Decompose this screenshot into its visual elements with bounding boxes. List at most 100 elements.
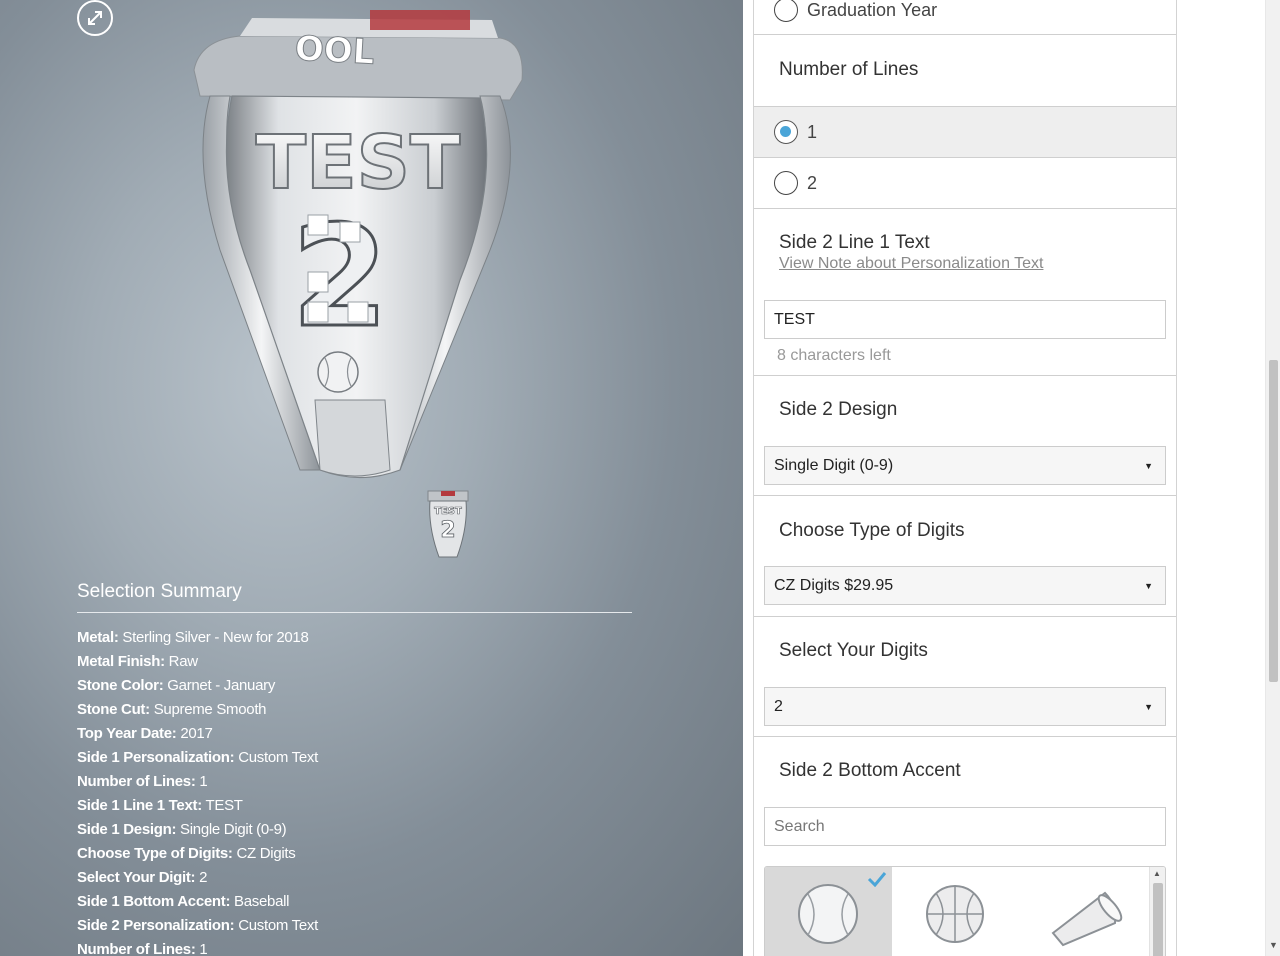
summary-item: Side 1 Design: Single Digit (0-9) bbox=[77, 818, 632, 842]
ring-top-text: OOL bbox=[294, 29, 375, 73]
accent-tile-basketball[interactable] bbox=[892, 867, 1019, 956]
summary-key: Number of Lines: bbox=[77, 773, 196, 790]
accent-grid: ▲ bbox=[764, 866, 1166, 956]
summary-value: Supreme Smooth bbox=[153, 701, 267, 718]
accent-grid-scrollbar[interactable]: ▲ bbox=[1149, 867, 1165, 956]
accent-tile-megaphone[interactable] bbox=[1019, 867, 1146, 956]
summary-item: Choose Type of Digits: CZ Digits bbox=[77, 842, 632, 866]
digit-type-select[interactable]: CZ Digits $29.95 ▼ bbox=[764, 566, 1166, 605]
summary-key: Side 1 Design: bbox=[77, 821, 177, 838]
accent-tile-baseball[interactable] bbox=[765, 867, 892, 956]
summary-item: Side 1 Bottom Accent: Baseball bbox=[77, 890, 632, 914]
radio-graduation-year[interactable] bbox=[774, 0, 798, 22]
option-lines-1[interactable]: 1 bbox=[754, 107, 1176, 158]
option-graduation-year[interactable]: Graduation Year bbox=[754, 0, 1176, 35]
summary-value: Custom Text bbox=[238, 749, 318, 766]
select-digits-title: Select Your Digits bbox=[779, 640, 928, 661]
scroll-down-icon[interactable]: ▼ bbox=[1269, 940, 1278, 950]
summary-key: Side 1 Bottom Accent: bbox=[77, 893, 231, 910]
summary-key: Stone Cut: bbox=[77, 701, 150, 718]
summary-key: Top Year Date: bbox=[77, 725, 177, 742]
config-panel-wrapper: Graduation Year Number of Lines 1 2 Side… bbox=[743, 0, 1265, 956]
line1-text-section: Side 2 Line 1 Text View Note about Perso… bbox=[754, 209, 1176, 376]
summary-value: 1 bbox=[199, 941, 208, 956]
summary-value: Sterling Silver - New for 2018 bbox=[122, 629, 309, 646]
summary-key: Choose Type of Digits: bbox=[77, 845, 233, 862]
basketball-icon bbox=[926, 885, 984, 943]
summary-key: Side 2 Personalization: bbox=[77, 917, 235, 934]
summary-value: 2 bbox=[199, 869, 208, 886]
number-of-lines-title: Number of Lines bbox=[779, 59, 919, 80]
scroll-up-icon[interactable]: ▲ bbox=[1153, 869, 1161, 878]
chevron-down-icon: ▼ bbox=[1144, 701, 1153, 712]
option-lines-2[interactable]: 2 bbox=[754, 158, 1176, 209]
summary-item: Number of Lines: 1 bbox=[77, 770, 632, 794]
summary-item: Side 2 Personalization: Custom Text bbox=[77, 914, 632, 938]
option-label: Graduation Year bbox=[807, 0, 938, 20]
radio-lines-2[interactable] bbox=[774, 171, 798, 195]
summary-item: Top Year Date: 2017 bbox=[77, 722, 632, 746]
summary-item: Select Your Digit: 2 bbox=[77, 866, 632, 890]
summary-item: Side 1 Line 1 Text: TEST bbox=[77, 794, 632, 818]
summary-value: Custom Text bbox=[238, 917, 318, 934]
side2-design-select[interactable]: Single Digit (0-9) ▼ bbox=[764, 446, 1166, 485]
summary-value: 2017 bbox=[180, 725, 213, 742]
summary-key: Select Your Digit: bbox=[77, 869, 196, 886]
summary-item: Side 1 Personalization: Custom Text bbox=[77, 746, 632, 770]
summary-value: Garnet - January bbox=[167, 677, 276, 694]
ring-image: OOL TEST 2 bbox=[193, 10, 523, 479]
ring-thumbnail[interactable]: TEST 2 bbox=[421, 487, 475, 563]
select-digits-section: Select Your Digits 2 ▼ bbox=[754, 617, 1176, 737]
page-scroll-thumb[interactable] bbox=[1269, 360, 1278, 682]
accent-grid-scroll-thumb[interactable] bbox=[1153, 883, 1163, 956]
option-label: 1 bbox=[807, 121, 818, 142]
chevron-down-icon: ▼ bbox=[1144, 460, 1153, 471]
page-scrollbar[interactable]: ▼ bbox=[1265, 0, 1280, 956]
radio-lines-1[interactable] bbox=[774, 120, 798, 144]
side2-design-section: Side 2 Design Single Digit (0-9) ▼ bbox=[754, 376, 1176, 496]
summary-title: Selection Summary bbox=[77, 581, 632, 613]
config-panel: Graduation Year Number of Lines 1 2 Side… bbox=[753, 0, 1177, 956]
select-value: CZ Digits $29.95 bbox=[774, 576, 894, 594]
summary-item: Metal: Sterling Silver - New for 2018 bbox=[77, 626, 632, 650]
chars-left-counter: 8 characters left bbox=[777, 347, 891, 364]
select-digits-select[interactable]: 2 ▼ bbox=[764, 687, 1166, 726]
chevron-down-icon: ▼ bbox=[1144, 580, 1153, 591]
expand-icon bbox=[88, 11, 102, 25]
summary-key: Metal Finish: bbox=[77, 653, 165, 670]
bottom-accent-title: Side 2 Bottom Accent bbox=[779, 760, 961, 781]
summary-key: Side 1 Personalization: bbox=[77, 749, 235, 766]
summary-value: Raw bbox=[168, 653, 198, 670]
accent-search-input[interactable] bbox=[764, 807, 1166, 846]
select-value: 2 bbox=[774, 697, 783, 715]
ring-digit: 2 bbox=[291, 196, 388, 359]
expand-button[interactable] bbox=[77, 0, 113, 36]
summary-key: Stone Color: bbox=[77, 677, 164, 694]
summary-key: Side 1 Line 1 Text: bbox=[77, 797, 202, 814]
ring-side-text: TEST bbox=[256, 120, 461, 206]
option-label: 2 bbox=[807, 172, 818, 193]
ring-preview-panel: OOL TEST 2 TEST 2 Selection Summary Meta… bbox=[0, 0, 743, 956]
summary-value: 1 bbox=[199, 773, 208, 790]
summary-value: Baseball bbox=[234, 893, 290, 910]
baseball-emblem bbox=[317, 351, 359, 393]
line1-text-title: Side 2 Line 1 Text bbox=[779, 232, 930, 253]
megaphone-icon bbox=[1051, 891, 1123, 947]
summary-key: Number of Lines: bbox=[77, 941, 196, 956]
summary-item: Metal Finish: Raw bbox=[77, 650, 632, 674]
select-value: Single Digit (0-9) bbox=[774, 456, 894, 474]
summary-item: Stone Color: Garnet - January bbox=[77, 674, 632, 698]
summary-item: Number of Lines: 1 bbox=[77, 938, 632, 956]
thumb-text: TEST bbox=[434, 506, 462, 517]
selection-summary: Selection Summary Metal: Sterling Silver… bbox=[77, 581, 632, 956]
checkmark-icon bbox=[867, 872, 887, 887]
summary-item: Stone Cut: Supreme Smooth bbox=[77, 698, 632, 722]
digit-type-title: Choose Type of Digits bbox=[779, 520, 965, 541]
side2-design-title: Side 2 Design bbox=[779, 399, 898, 420]
line1-text-input[interactable] bbox=[764, 300, 1166, 339]
personalization-note-link[interactable]: View Note about Personalization Text bbox=[779, 255, 1043, 273]
thumb-digit: 2 bbox=[440, 518, 455, 543]
number-of-lines-header: Number of Lines bbox=[754, 35, 1176, 107]
summary-value: TEST bbox=[205, 797, 243, 814]
digit-type-section: Choose Type of Digits CZ Digits $29.95 ▼ bbox=[754, 496, 1176, 617]
